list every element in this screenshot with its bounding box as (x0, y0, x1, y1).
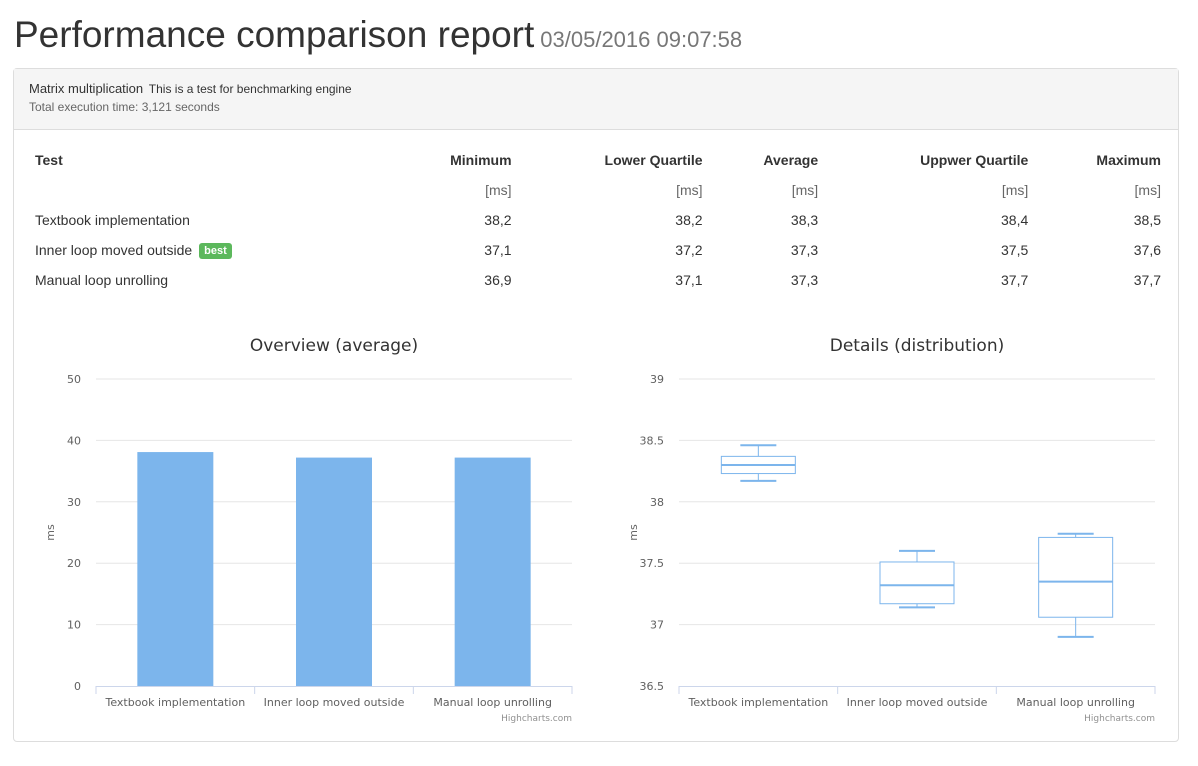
details-chart-svg: Details (distribution) 36.5 37 37.5 38 38.5 39… (627, 336, 1156, 724)
unit-cell: [ms] (791, 182, 819, 198)
suite-name: Matrix multiplication (29, 81, 144, 96)
unit-cell: [ms] (485, 182, 512, 198)
y-tick-label: 20 (67, 557, 81, 570)
page-header: Performance comparison report 03/05/2016 … (14, 14, 742, 56)
chart-credit: Highcharts.com (501, 714, 572, 724)
test-name: Manual loop unrolling (30, 265, 271, 295)
box (879, 561, 955, 605)
test-name-label: Inner loop moved outside (35, 241, 193, 258)
y-tick-label: 39 (650, 373, 664, 386)
chart-title: Overview (average) (250, 336, 418, 356)
header-lower-quartile: Lower Quartile (604, 152, 703, 168)
value-cell: 38,3 (790, 212, 819, 228)
suite-description: This is a test for benchmarking engine (148, 82, 352, 96)
value-cell: 38,2 (484, 212, 512, 228)
unit-cell: [ms] (676, 182, 703, 198)
header-test: Test (35, 152, 63, 168)
x-tick-label: Manual loop unrolling (1016, 696, 1135, 709)
y-axis-title: ms (627, 524, 640, 541)
best-badge: best (199, 242, 232, 259)
chart-credit: Highcharts.com (1084, 714, 1155, 724)
details-chart: Details (distribution) 36.5 37 37.5 38 38.5 39… (613, 324, 1173, 734)
overview-chart-svg: Overview (average) 0 10 20 30 40 50 ms Textbook … (44, 336, 573, 724)
x-tick-label: Inner loop moved outside (264, 696, 405, 709)
overview-chart: Overview (average) 0 10 20 30 40 50 ms Textbook … (30, 324, 590, 734)
unit-cell: [ms] (1134, 182, 1161, 198)
value-cell: 37,6 (1133, 242, 1161, 258)
x-tick-label: Textbook implementation (104, 696, 245, 709)
y-tick-label: 37 (650, 619, 664, 632)
test-name: Inner loop moved outside best (30, 235, 271, 265)
unit-cell (30, 175, 271, 205)
x-tick-label: Textbook implementation (687, 696, 828, 709)
value-cell: 36,9 (484, 272, 512, 288)
bar (137, 452, 214, 686)
x-tick-label: Manual loop unrolling (433, 696, 552, 709)
box (1038, 536, 1114, 618)
y-tick-label: 30 (67, 496, 81, 509)
value-cell: 38,5 (1133, 212, 1161, 228)
value-cell: 37,2 (675, 242, 703, 258)
y-tick-label: 0 (74, 680, 81, 693)
y-tick-label: 50 (67, 373, 81, 386)
value-cell: 37,5 (1001, 242, 1029, 258)
header-average: Average (763, 152, 819, 168)
x-tick-label: Inner loop moved outside (847, 696, 988, 709)
y-tick-label: 37.5 (640, 557, 665, 570)
y-axis-title: ms (44, 524, 57, 541)
header-upper-quartile: Uppwer Quartile (920, 152, 1029, 168)
value-cell: 37,7 (1133, 272, 1161, 288)
bar (296, 457, 372, 686)
bar (454, 457, 531, 686)
report-date: 03/05/2016 09:07:58 (540, 27, 743, 52)
test-name-label: Manual loop unrolling (35, 272, 169, 288)
value-cell: 37,3 (790, 242, 819, 258)
total-execution-time: Total execution time: 3,121 seconds (29, 100, 220, 114)
table-row: Textbook implementation 38,2 38,2 38,3 3… (30, 205, 1166, 235)
test-name: Textbook implementation (30, 205, 271, 235)
y-tick-label: 38.5 (640, 434, 665, 447)
y-tick-label: 36.5 (640, 680, 665, 693)
y-tick-label: 40 (67, 434, 81, 447)
y-tick-label: 38 (650, 496, 664, 509)
chart-title: Details (distribution) (830, 336, 1004, 356)
y-tick-label: 10 (67, 619, 81, 632)
results-table: Test Minimum Lower Quartile Average Uppw… (30, 145, 1166, 295)
units-row: [ms] [ms] [ms] [ms] [ms] (30, 175, 1166, 205)
value-cell: 37,7 (1001, 272, 1029, 288)
panel-heading: Matrix multiplication This is a test for… (14, 69, 1178, 130)
value-cell: 38,2 (675, 212, 703, 228)
page-title: Performance comparison report (14, 14, 535, 55)
value-cell: 37,3 (790, 272, 819, 288)
value-cell: 38,4 (1001, 212, 1029, 228)
header-minimum: Minimum (450, 152, 512, 168)
value-cell: 37,1 (484, 242, 512, 258)
table-row: Inner loop moved outside best 37,1 37,2 … (30, 235, 1166, 265)
suite-line: Matrix multiplication This is a test for… (29, 81, 1163, 96)
test-name-label: Textbook implementation (35, 212, 190, 228)
unit-cell: [ms] (1001, 182, 1029, 198)
header-maximum: Maximum (1096, 152, 1161, 168)
table-row: Manual loop unrolling 36,9 37,1 37,3 37,… (30, 265, 1166, 295)
value-cell: 37,1 (675, 272, 703, 288)
table-header-row: Test Minimum Lower Quartile Average Uppw… (30, 145, 1166, 175)
